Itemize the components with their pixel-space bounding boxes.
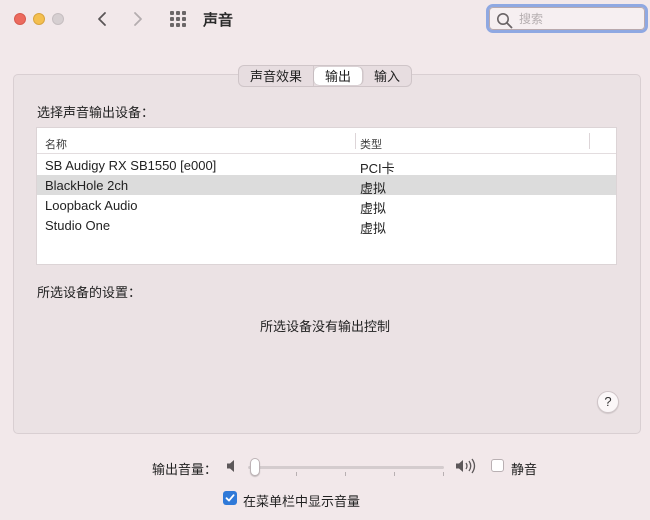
forward-button[interactable]	[127, 9, 149, 29]
checkmark-icon	[225, 494, 235, 502]
slider-track[interactable]	[248, 466, 444, 469]
close-window-button[interactable]	[14, 13, 26, 25]
device-name: Studio One	[45, 218, 111, 233]
mute-label: 静音	[511, 462, 538, 477]
tab-input[interactable]: 输入	[363, 66, 411, 86]
table-header: 名称 类型	[37, 128, 616, 154]
output-volume-label: 输出音量：	[152, 462, 218, 477]
device-name: Loopback Audio	[45, 198, 138, 213]
device-name: SB Audigy RX SB1550 [e000]	[45, 158, 217, 173]
speaker-high-icon	[456, 458, 476, 474]
search-icon	[497, 13, 513, 29]
titlebar: 声音	[0, 0, 650, 40]
table-row[interactable]: BlackHole 2ch 虚拟	[37, 175, 616, 196]
zoom-window-button[interactable]	[52, 13, 64, 25]
show-volume-in-menubar-checkbox[interactable]	[223, 491, 237, 505]
tab-bar: 声音效果 输出 输入	[238, 65, 413, 87]
output-volume-slider[interactable]	[246, 458, 446, 476]
help-button[interactable]: ?	[597, 391, 619, 413]
table-row[interactable]: SB Audigy RX SB1550 [e000] PCI卡	[37, 155, 616, 176]
tab-sound-effects[interactable]: 声音效果	[239, 66, 315, 86]
no-output-control-message: 所选设备没有输出控制	[259, 319, 390, 334]
output-device-table: 名称 类型 SB Audigy RX SB1550 [e000] PCI卡 Bl…	[36, 127, 617, 265]
table-row[interactable]: Loopback Audio 虚拟	[37, 195, 616, 216]
chevron-right-icon	[134, 12, 142, 26]
slider-tick	[296, 472, 297, 476]
grid-icon[interactable]	[170, 11, 186, 27]
window-title: 声音	[203, 12, 234, 29]
table-row[interactable]: Studio One 虚拟	[37, 215, 616, 236]
chevron-left-icon	[98, 12, 106, 26]
show-volume-in-menubar-label: 在菜单栏中显示音量	[243, 494, 361, 509]
minimize-window-button[interactable]	[33, 13, 45, 25]
back-button[interactable]	[91, 9, 113, 29]
search-input[interactable]	[519, 11, 639, 27]
tab-output[interactable]: 输出	[314, 67, 364, 85]
device-type: 虚拟	[360, 221, 387, 236]
column-divider[interactable]	[589, 133, 590, 149]
column-header-name[interactable]: 名称	[45, 136, 67, 152]
slider-knob[interactable]	[250, 458, 260, 476]
column-header-type[interactable]: 类型	[360, 136, 382, 152]
search-box[interactable]	[486, 4, 648, 33]
output-device-heading: 选择声音输出设备：	[37, 105, 155, 120]
speaker-low-icon	[227, 460, 234, 472]
mute-checkbox[interactable]	[491, 459, 504, 472]
slider-tick	[345, 472, 346, 476]
slider-tick	[394, 472, 395, 476]
device-settings-heading: 所选设备的设置：	[37, 285, 142, 300]
column-divider[interactable]	[355, 133, 356, 149]
device-name: BlackHole 2ch	[45, 178, 129, 193]
slider-tick	[443, 472, 444, 476]
